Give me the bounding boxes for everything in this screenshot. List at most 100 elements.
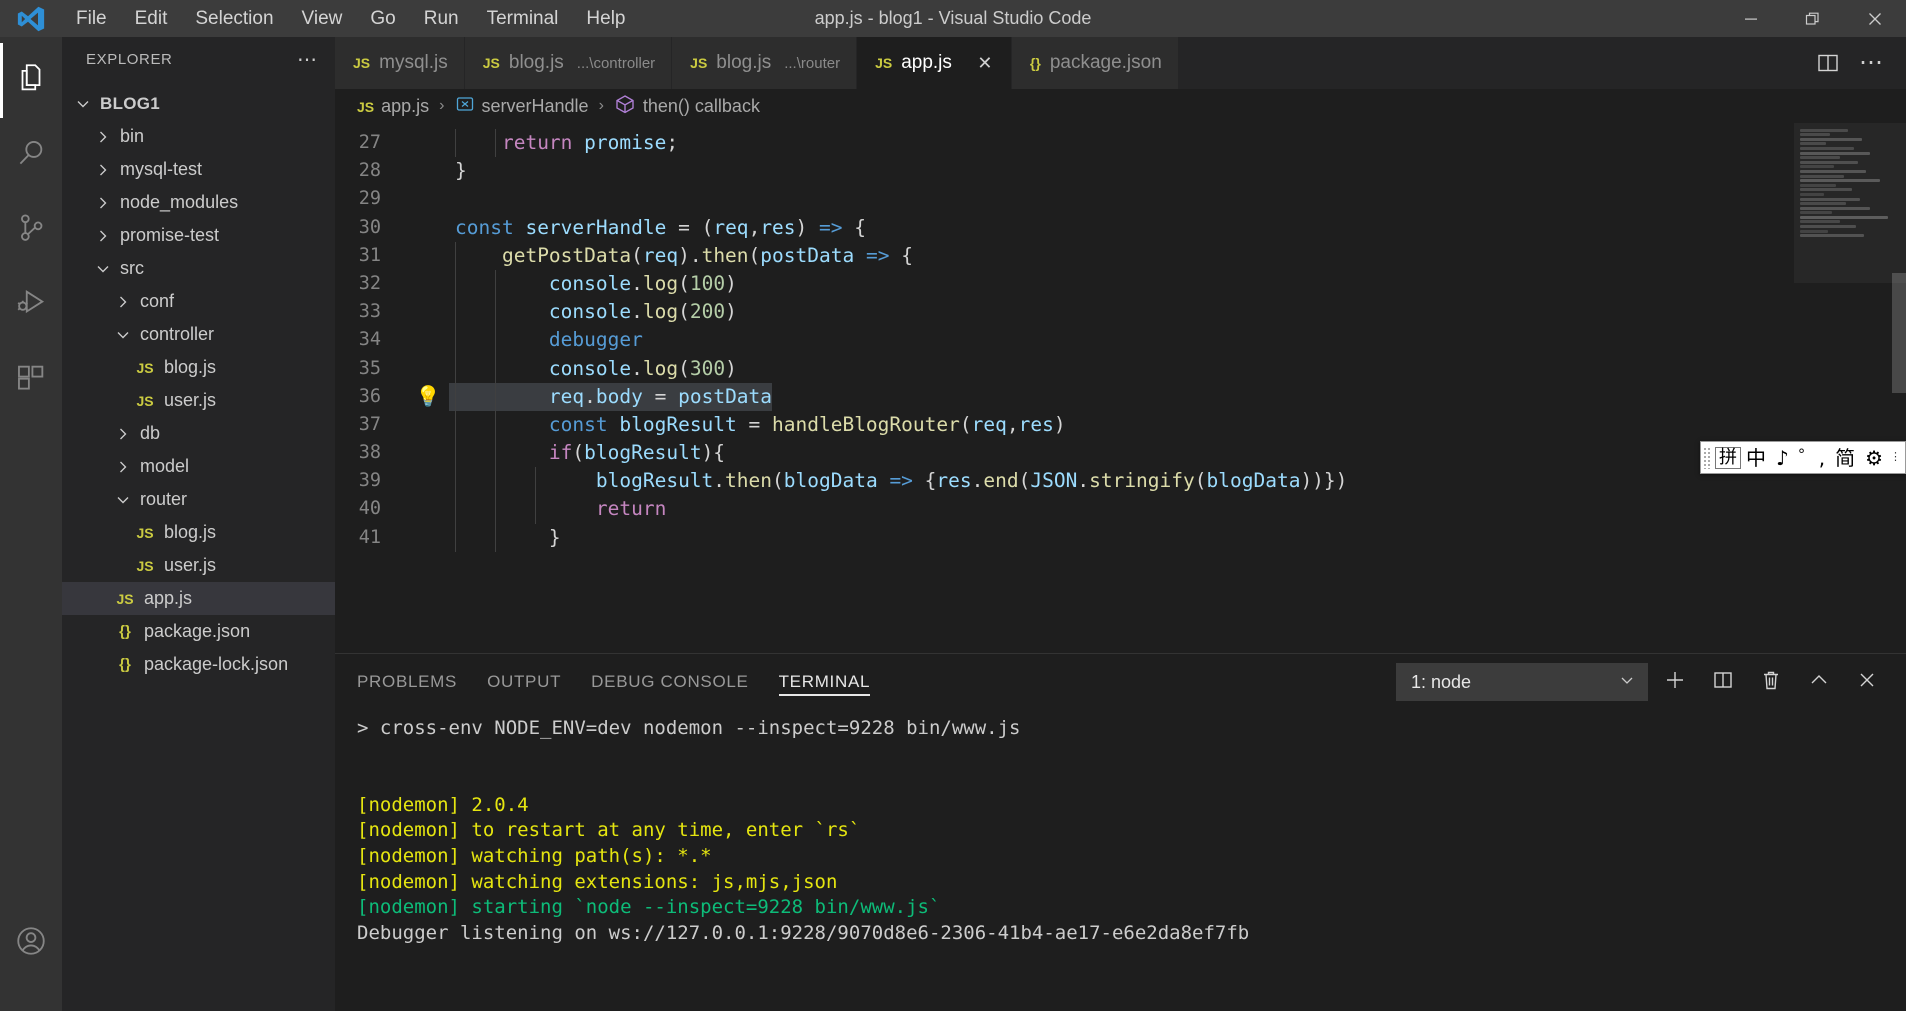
ime-toolbar[interactable]: 拼 中 ♪ ゜, 简 ⚙ ⋮ <box>1699 441 1906 474</box>
code-line[interactable]: 33 console.log(200) <box>335 298 1906 327</box>
menu-view[interactable]: View <box>288 4 357 34</box>
code-line[interactable]: 27 return promise; <box>335 129 1906 158</box>
maximize-panel-button[interactable] <box>1798 661 1840 703</box>
tree-item-blog-js[interactable]: JS blog.js <box>62 351 335 384</box>
glyph-margin[interactable]: 💡 <box>407 382 449 411</box>
tree-item-promise-test[interactable]: promise-test <box>62 219 335 252</box>
breadcrumb-item-thencallback[interactable]: then() callback <box>614 93 760 120</box>
tree-item-user-js[interactable]: JS user.js <box>62 384 335 417</box>
menu-go[interactable]: Go <box>356 4 409 34</box>
menu-selection[interactable]: Selection <box>181 4 287 34</box>
code-line[interactable]: 29 <box>335 185 1906 213</box>
ime-settings-icon[interactable]: ⚙ <box>1860 448 1888 468</box>
code-line[interactable]: 38 if(blogResult){ <box>335 439 1906 468</box>
code-line[interactable]: 39 blogResult.then(blogData => {res.end(… <box>335 467 1906 496</box>
panel-tab-debug-console[interactable]: DEBUG CONSOLE <box>591 654 748 710</box>
editor-tab-app-js[interactable]: JS app.js ✕ <box>857 37 1012 89</box>
minimize-button[interactable] <box>1720 0 1782 37</box>
ime-expand-icon[interactable]: ⋮ <box>1890 451 1901 462</box>
menu-run[interactable]: Run <box>410 4 473 34</box>
ime-simplified-icon[interactable]: 简 <box>1830 448 1860 468</box>
tree-item-controller[interactable]: controller <box>62 318 335 351</box>
split-terminal-button[interactable] <box>1702 661 1744 703</box>
lightbulb-icon[interactable]: 💡 <box>416 384 441 408</box>
editor-tab-blog-js[interactable]: JS blog.js ...\controller <box>464 37 673 89</box>
tree-item-src[interactable]: src <box>62 252 335 285</box>
tree-item-bin[interactable]: bin <box>62 120 335 153</box>
code-text: } <box>548 525 561 549</box>
activitybar-item-accounts[interactable] <box>0 906 62 981</box>
tree-item-package-lock-json[interactable]: {} package-lock.json <box>62 648 335 681</box>
editor-tab-blog-js[interactable]: JS blog.js ...\router <box>672 37 858 89</box>
editor-more-actions-button[interactable]: ⋯ <box>1852 43 1892 83</box>
json-file-icon: {} <box>119 656 131 673</box>
code-line[interactable]: 34 debugger <box>335 326 1906 355</box>
terminal-line: [nodemon] 2.0.4 <box>357 793 529 816</box>
code-line[interactable]: 32 console.log(100) <box>335 269 1906 299</box>
tree-item-router[interactable]: router <box>62 483 335 516</box>
editor-tab-label: app.js <box>901 52 952 73</box>
menu-terminal[interactable]: Terminal <box>473 4 573 34</box>
bottom-panel: PROBLEMS OUTPUT DEBUG CONSOLE TERMINAL 1… <box>335 653 1906 1011</box>
tree-item-blog-js[interactable]: JS blog.js <box>62 516 335 549</box>
code-line[interactable]: 35 console.log(300) <box>335 354 1906 383</box>
tree-item-blog1[interactable]: BLOG1 <box>62 87 335 120</box>
ime-chinese-mode-icon[interactable]: 中 <box>1741 448 1771 468</box>
code-text: console.log(300) <box>548 356 737 380</box>
tree-item-node_modules[interactable]: node_modules <box>62 186 335 219</box>
code-line[interactable]: 28} <box>335 157 1906 185</box>
split-editor-button[interactable] <box>1808 43 1848 83</box>
tree-item-db[interactable]: db <box>62 417 335 450</box>
code-text: req.body = postData <box>449 382 773 411</box>
activitybar-item-source-control[interactable] <box>0 193 62 268</box>
code-line[interactable]: 31 getPostData(req).then(postData => { <box>335 241 1906 270</box>
activitybar-item-explorer[interactable] <box>0 43 62 118</box>
editor-tab-mysql-js[interactable]: JS mysql.js <box>335 37 465 89</box>
code-line[interactable]: 30 const serverHandle = (req,res) => { <box>335 214 1906 242</box>
close-button[interactable] <box>1844 0 1906 37</box>
editor-scrollbar[interactable] <box>1892 273 1906 393</box>
new-terminal-button[interactable] <box>1654 661 1696 703</box>
kill-terminal-button[interactable] <box>1750 661 1792 703</box>
tree-item-package-json[interactable]: {} package.json <box>62 615 335 648</box>
menu-edit[interactable]: Edit <box>121 4 182 34</box>
code-line[interactable]: 36 💡 req.body = postData <box>335 382 1906 411</box>
ime-drag-handle[interactable] <box>1702 446 1712 469</box>
tree-item-model[interactable]: model <box>62 450 335 483</box>
tree-item-app-js[interactable]: JS app.js <box>62 582 335 615</box>
line-number: 37 <box>358 413 381 435</box>
ime-punctuation-icon[interactable]: ゜, <box>1794 448 1830 468</box>
tree-item-mysql-test[interactable]: mysql-test <box>62 153 335 186</box>
sidebar-more-icon[interactable]: ⋯ <box>297 47 319 72</box>
breadcrumb-label: app.js <box>381 95 430 116</box>
menu-file[interactable]: File <box>62 4 121 34</box>
sidebar: EXPLORER ⋯ BLOG1 bin mysql-test node_module… <box>62 37 335 1011</box>
editor-tab-package-json[interactable]: {} package.json <box>1011 37 1179 89</box>
code-line[interactable]: 40 return <box>335 495 1906 524</box>
breadcrumb-item-appjs[interactable]: JS app.js <box>357 96 429 117</box>
breadcrumb-item-serverhandle[interactable]: serverHandle <box>455 94 589 119</box>
ime-note-icon[interactable]: ♪ <box>1771 448 1794 468</box>
variable-icon <box>455 94 475 119</box>
terminal-output[interactable]: > cross-env NODE_ENV=dev nodemon --inspe… <box>335 710 1906 1011</box>
close-panel-button[interactable] <box>1846 661 1888 703</box>
activitybar-item-search[interactable] <box>0 118 62 193</box>
editor-tab-close-button[interactable]: ✕ <box>975 53 995 74</box>
code-line[interactable]: 41 } <box>335 523 1906 552</box>
extensions-icon <box>14 361 48 400</box>
code-editor[interactable]: 27 return promise; 28} 29 30 const serverHan… <box>335 123 1906 653</box>
activitybar-item-run-and-debug[interactable] <box>0 268 62 343</box>
panel-tab-output[interactable]: OUTPUT <box>487 654 561 710</box>
code-text: return promise; <box>501 131 679 154</box>
panel-tab-terminal[interactable]: TERMINAL <box>778 654 871 710</box>
terminal-selector[interactable]: 1: node <box>1396 663 1648 701</box>
restore-button[interactable] <box>1782 0 1844 37</box>
tree-item-conf[interactable]: conf <box>62 285 335 318</box>
activitybar-item-extensions[interactable] <box>0 343 62 418</box>
panel-tab-problems[interactable]: PROBLEMS <box>357 654 457 710</box>
code-line[interactable]: 37 const blogResult = handleBlogRouter(r… <box>335 410 1906 440</box>
tree-item-user-js[interactable]: JS user.js <box>62 549 335 582</box>
menu-help[interactable]: Help <box>572 4 639 34</box>
ime-mode-pinyin-icon[interactable]: 拼 <box>1714 446 1741 469</box>
